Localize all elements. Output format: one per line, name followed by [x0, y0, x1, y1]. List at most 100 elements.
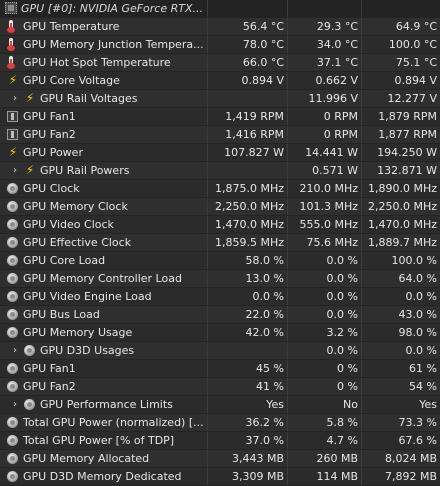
thermometer-icon: [7, 38, 15, 51]
sensor-row[interactable]: GPU Memory Clock 2,250.0 MHz 101.3 MHz 2,25…: [0, 198, 440, 216]
sensor-row[interactable]: › ⚡ GPU Rail Powers 0.571 W 132.871 W: [0, 162, 440, 180]
sensor-row[interactable]: GPU Fan2 41 % 0 % 54 %: [0, 378, 440, 396]
expand-chevron-icon[interactable]: ›: [10, 90, 20, 107]
column-separator: [207, 90, 208, 107]
column-separator: [207, 450, 208, 467]
maximum-value: 43.0 %: [398, 308, 437, 321]
sensor-name-cell: GPU Hot Spot Temperature: [0, 54, 207, 71]
sensor-row[interactable]: GPU Memory Controller Load 13.0 % 0.0 % 64.…: [0, 270, 440, 288]
sensor-name-cell: GPU Memory Allocated: [0, 450, 207, 467]
column-separator: [207, 198, 208, 215]
sensor-row[interactable]: ⚡ GPU Core Voltage 0.894 V 0.662 V 0.894 V: [0, 72, 440, 90]
maximum-value: 1,879 RPM: [378, 110, 437, 123]
minimum-value-cell: 5.8 %: [287, 414, 361, 431]
column-separator: [287, 126, 288, 143]
sensor-row[interactable]: GPU Temperature 56.4 °C 29.3 °C 64.9 °C: [0, 18, 440, 36]
column-separator: [287, 288, 288, 305]
expand-chevron-icon[interactable]: ›: [10, 342, 20, 359]
maximum-value-cell: 64.9 °C: [361, 18, 440, 35]
current-value-cell: 78.0 °C: [207, 36, 287, 53]
minimum-value-cell: 555.0 MHz: [287, 216, 361, 233]
current-value: 13.0 %: [245, 272, 284, 285]
sensor-row[interactable]: ⚡ GPU Power 107.827 W 14.441 W 194.250 W: [0, 144, 440, 162]
column-separator: [287, 252, 288, 269]
maximum-value-cell: 0.894 V: [361, 72, 440, 89]
sensor-label: GPU Clock: [23, 182, 80, 195]
current-value-cell: 3,309 MB: [207, 468, 287, 485]
sensor-row[interactable]: › GPU Performance Limits Yes No Yes: [0, 396, 440, 414]
sensor-row[interactable]: GPU Core Load 58.0 % 0.0 % 100.0 %: [0, 252, 440, 270]
column-separator: [287, 108, 288, 125]
minimum-value-cell: 0.0 %: [287, 270, 361, 287]
maximum-value: 132.871 W: [377, 164, 437, 177]
sensor-row[interactable]: › ⚡ GPU Rail Voltages 11.996 V 12.277 V: [0, 90, 440, 108]
sensor-label: GPU Video Engine Load: [23, 290, 152, 303]
sensor-name-cell: GPU Memory Controller Load: [0, 270, 207, 287]
sensor-row[interactable]: GPU Fan1 45 % 0 % 61 %: [0, 360, 440, 378]
current-value-cell: 2,250.0 MHz: [207, 198, 287, 215]
sensor-row[interactable]: GPU Clock 1,875.0 MHz 210.0 MHz 1,890.0 MHz: [0, 180, 440, 198]
minimum-value-cell: 260 MB: [287, 450, 361, 467]
minimum-value: 0.0 %: [326, 308, 358, 321]
column-separator: [287, 144, 288, 161]
current-value-cell: [207, 342, 287, 359]
sensor-row[interactable]: GPU Video Engine Load 0.0 % 0.0 % 0.0 %: [0, 288, 440, 306]
minimum-value-cell: 0.0 %: [287, 252, 361, 269]
column-separator: [207, 342, 208, 359]
sensor-row[interactable]: GPU Hot Spot Temperature 66.0 °C 37.1 °C 75…: [0, 54, 440, 72]
thermometer-icon: [7, 20, 15, 33]
sensor-row[interactable]: GPU Effective Clock 1,859.5 MHz 75.6 MHz 1,…: [0, 234, 440, 252]
maximum-value-cell: 2,250.0 MHz: [361, 198, 440, 215]
sensor-row[interactable]: GPU Memory Junction Tempera... 78.0 °C 34.…: [0, 36, 440, 54]
current-value-cell: [207, 162, 287, 179]
minimum-value-cell: 0 %: [287, 378, 361, 395]
sensor-row[interactable]: GPU Video Clock 1,470.0 MHz 555.0 MHz 1,470…: [0, 216, 440, 234]
maximum-value-cell: 0.0 %: [361, 288, 440, 305]
sensor-name-cell: GPU Video Engine Load: [0, 288, 207, 305]
column-separator: [287, 468, 288, 485]
current-value: 37.0 %: [245, 434, 284, 447]
maximum-value-cell: 12.277 V: [361, 90, 440, 107]
minimum-value: 0 RPM: [323, 110, 358, 123]
gpu-group-header[interactable]: GPU [#0]: NVIDIA GeForce RTX...: [0, 0, 440, 18]
current-value: 1,416 RPM: [225, 128, 284, 141]
sensor-row[interactable]: GPU Fan2 1,416 RPM 0 RPM 1,877 RPM: [0, 126, 440, 144]
sensor-row[interactable]: › GPU D3D Usages 0.0 % 0.0 %: [0, 342, 440, 360]
column-separator: [361, 450, 362, 467]
sensor-row[interactable]: Total GPU Power [% of TDP] 37.0 % 4.7 % 67.…: [0, 432, 440, 450]
column-separator: [287, 234, 288, 251]
gauge-icon: [7, 435, 18, 446]
minimum-value: 0 %: [337, 380, 358, 393]
sensor-row[interactable]: GPU Memory Allocated 3,443 MB 260 MB 8,024 …: [0, 450, 440, 468]
minimum-value: 29.3 °C: [316, 20, 358, 33]
minimum-value: 11.996 V: [308, 92, 358, 105]
sensor-row[interactable]: Total GPU Power (normalized) [... 36.2 % 5…: [0, 414, 440, 432]
gauge-icon: [7, 183, 18, 194]
current-value: 3,309 MB: [231, 470, 284, 483]
minimum-value-cell: 75.6 MHz: [287, 234, 361, 251]
current-value: 78.0 °C: [242, 38, 284, 51]
expand-chevron-icon[interactable]: ›: [10, 162, 20, 179]
current-value-cell: 1,859.5 MHz: [207, 234, 287, 251]
column-separator: [361, 36, 362, 53]
maximum-value-cell: Yes: [361, 396, 440, 413]
maximum-value: 98.0 %: [398, 326, 437, 339]
minimum-value-cell: 0.0 %: [287, 342, 361, 359]
sensor-label: GPU Temperature: [23, 20, 120, 33]
sensor-row[interactable]: GPU Memory Usage 42.0 % 3.2 % 98.0 %: [0, 324, 440, 342]
maximum-value: 0.894 V: [394, 74, 437, 87]
sensor-row[interactable]: GPU D3D Memory Dedicated 3,309 MB 114 MB 7,…: [0, 468, 440, 486]
column-separator: [361, 288, 362, 305]
column-separator: [287, 324, 288, 341]
maximum-value-cell: 98.0 %: [361, 324, 440, 341]
sensor-row[interactable]: GPU Fan1 1,419 RPM 0 RPM 1,879 RPM: [0, 108, 440, 126]
expand-chevron-icon[interactable]: ›: [10, 396, 20, 413]
maximum-value-cell: 61 %: [361, 360, 440, 377]
column-separator: [207, 432, 208, 449]
column-separator: [361, 90, 362, 107]
column-separator: [287, 378, 288, 395]
column-separator: [361, 324, 362, 341]
sensor-row[interactable]: GPU Bus Load 22.0 % 0.0 % 43.0 %: [0, 306, 440, 324]
column-separator: [361, 108, 362, 125]
column-separator: [207, 180, 208, 197]
